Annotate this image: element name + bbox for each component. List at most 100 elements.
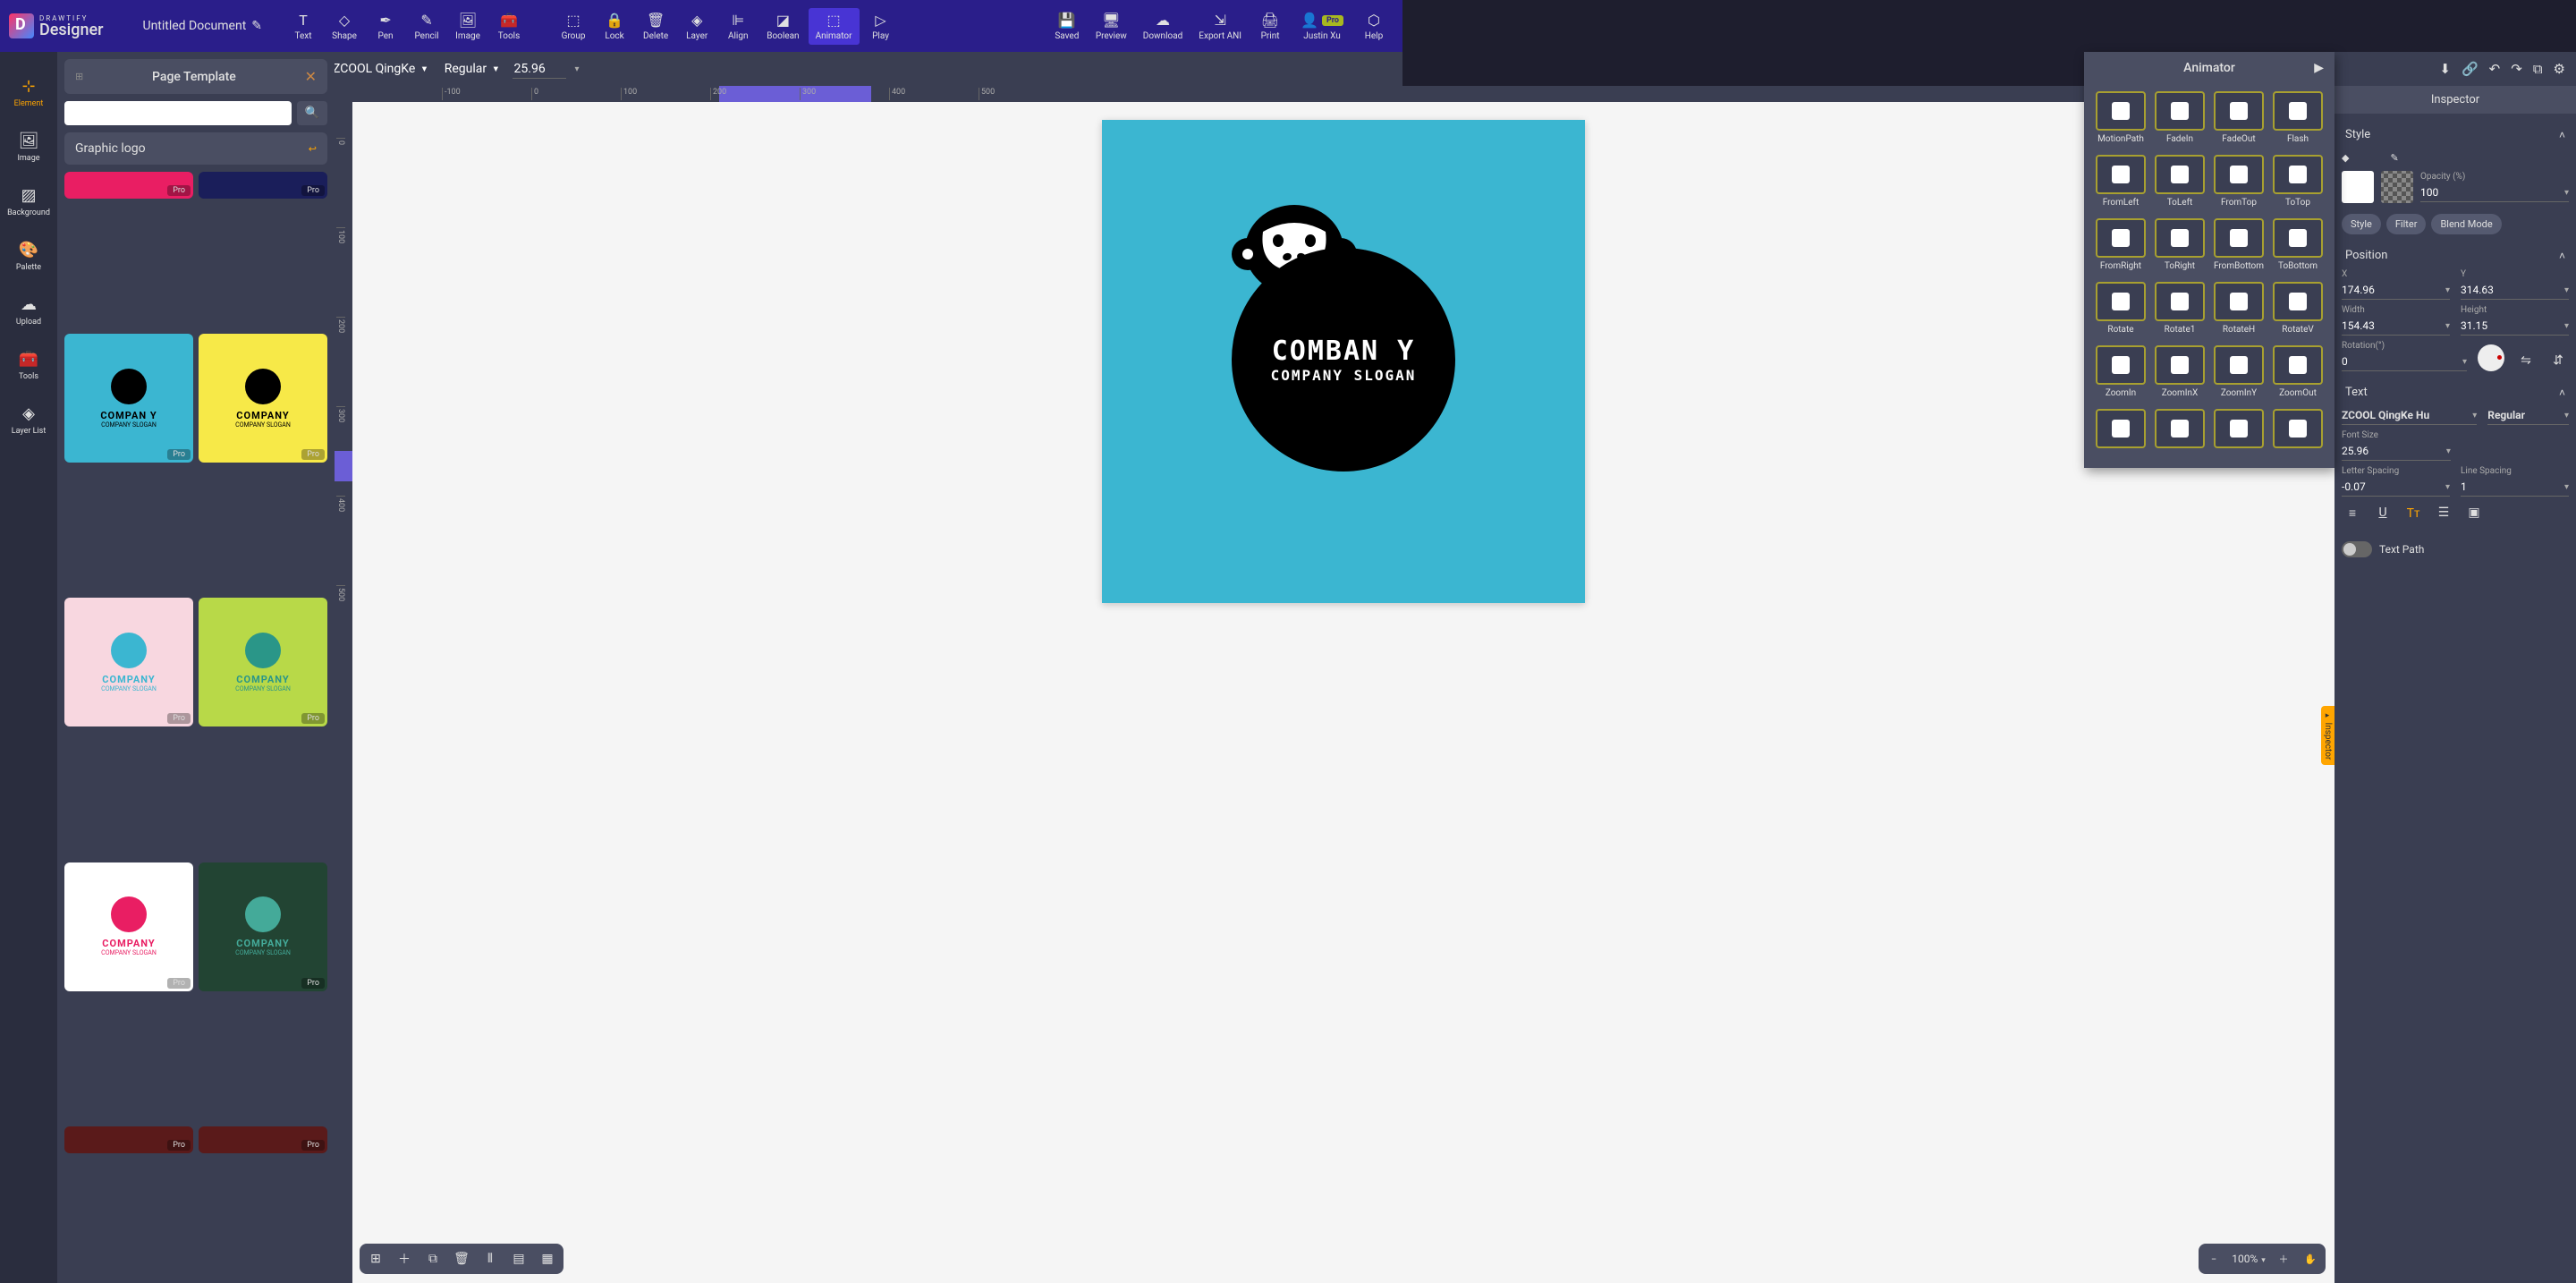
font-size-input[interactable] (513, 60, 566, 79)
anim-FadeOut[interactable]: FadeOut (2211, 88, 2267, 148)
height-input[interactable] (2461, 319, 2564, 332)
inspector-tab[interactable]: ▸ Inspector (2321, 706, 2334, 765)
help-button[interactable]: ⬡ Help (1354, 8, 1394, 45)
text-section-header[interactable]: Text˄ (2342, 378, 2569, 406)
anim-unnamed[interactable] (2211, 405, 2267, 455)
template-search-input[interactable] (64, 101, 292, 125)
fold-icon[interactable]: ⫴ (478, 1247, 503, 1270)
play-menu[interactable]: ▷Play (861, 8, 901, 45)
filter-pill[interactable]: Filter (2386, 214, 2427, 234)
tools-menu[interactable]: 🧰Tools (489, 8, 529, 45)
template-card[interactable]: COMPANYCOMPANY SLOGANPro (199, 862, 327, 991)
template-card[interactable]: Pro (199, 172, 327, 199)
rail-background[interactable]: ▨Background (0, 179, 57, 225)
add-page-icon[interactable]: ＋ (392, 1247, 417, 1270)
app-logo[interactable]: DRAWTIFY Designer (9, 13, 103, 38)
preview-menu[interactable]: 🖥Preview (1089, 8, 1134, 45)
copy-icon[interactable]: ⧉ (2533, 61, 2543, 77)
zoom-out-button[interactable]: − (2202, 1247, 2225, 1270)
text-box-icon[interactable]: ▣ (2463, 502, 2485, 523)
animator-menu[interactable]: ⬚Animator (809, 8, 860, 45)
redo-icon[interactable]: ↷ (2511, 61, 2522, 77)
template-card[interactable]: Pro (199, 1126, 327, 1153)
fontsize-input[interactable] (2342, 445, 2446, 457)
shape-menu[interactable]: ◇Shape (325, 8, 364, 45)
user-menu[interactable]: 👤Pro Justin Xu (1293, 8, 1351, 45)
anim-ZoomInY[interactable]: ZoomInY (2211, 342, 2267, 402)
anim-FromLeft[interactable]: FromLeft (2093, 151, 2148, 211)
align-menu[interactable]: ⊫Align (718, 8, 758, 45)
x-input[interactable] (2342, 284, 2445, 296)
font-family-inspector[interactable]: ZCOOL QingKe Hu (2342, 409, 2429, 421)
position-section-header[interactable]: Position˄ (2342, 242, 2569, 269)
rail-element[interactable]: ⊹Element (0, 70, 57, 115)
settings-icon[interactable]: ⚙ (2554, 61, 2565, 77)
zoom-value[interactable]: 100% (2229, 1253, 2268, 1265)
back-icon[interactable]: ↩ (309, 143, 317, 155)
export-menu[interactable]: ⇲Export ANI (1191, 8, 1249, 45)
blend-pill[interactable]: Blend Mode (2431, 214, 2501, 234)
template-card[interactable]: COMPANYCOMPANY SLOGANPro (64, 598, 193, 726)
font-weight-inspector[interactable]: Regular (2487, 409, 2525, 421)
anim-FromRight[interactable]: FromRight (2093, 215, 2148, 275)
rotation-wheel[interactable] (2478, 344, 2504, 371)
close-panel-icon[interactable]: ✕ (305, 68, 317, 85)
width-input[interactable] (2342, 319, 2445, 332)
flip-v-icon[interactable]: ⇵ (2547, 350, 2569, 371)
template-card[interactable]: Pro (64, 172, 193, 199)
y-input[interactable] (2461, 284, 2564, 296)
template-card[interactable]: COMPANYCOMPANY SLOGANPro (64, 862, 193, 991)
anim-ToRight[interactable]: ToRight (2152, 215, 2207, 275)
align-left-icon[interactable]: ≡ (2342, 502, 2363, 523)
template-card[interactable]: COMPANYCOMPANY SLOGANPro (199, 598, 327, 726)
text-case-icon[interactable]: Tᴛ (2402, 502, 2424, 523)
flip-h-icon[interactable]: ⇋ (2515, 350, 2537, 371)
notes-icon[interactable]: ▦ (535, 1247, 560, 1270)
text-path-toggle[interactable] (2342, 541, 2372, 557)
line-spacing-input[interactable] (2461, 480, 2564, 493)
anim-MotionPath[interactable]: MotionPath (2093, 88, 2148, 148)
rail-image[interactable]: 🖼Image (0, 124, 57, 170)
boolean-menu[interactable]: ◪Boolean (759, 8, 806, 45)
book-icon[interactable]: ▤ (506, 1247, 531, 1270)
pan-hand-icon[interactable]: ✋ (2299, 1247, 2322, 1270)
delete-page-icon[interactable]: 🗑 (449, 1247, 474, 1270)
edit-style-icon[interactable]: ✎ (2390, 152, 2398, 164)
undo-icon[interactable]: ↶ (2489, 61, 2501, 77)
import-icon[interactable]: ⬇ (2439, 61, 2451, 77)
anim-Flash[interactable]: Flash (2270, 88, 2326, 148)
anim-RotateH[interactable]: RotateH (2211, 278, 2267, 338)
opacity-input[interactable] (2420, 186, 2564, 199)
fill-swatch[interactable] (2342, 171, 2374, 203)
group-menu[interactable]: ⬚Group (554, 8, 593, 45)
anim-RotateV[interactable]: RotateV (2270, 278, 2326, 338)
company-name-text[interactable]: COMBAN Y (1272, 336, 1416, 367)
anim-ToTop[interactable]: ToTop (2270, 151, 2326, 211)
logo-artwork[interactable]: COMBAN Y COMPANY SLOGAN (1232, 200, 1455, 472)
text-menu[interactable]: TText (284, 8, 323, 45)
design-page[interactable]: COMBAN Y COMPANY SLOGAN (1102, 120, 1585, 603)
anim-ZoomInX[interactable]: ZoomInX (2152, 342, 2207, 402)
zoom-in-button[interactable]: ＋ (2272, 1247, 2295, 1270)
delete-menu[interactable]: 🗑Delete (636, 8, 675, 45)
template-card[interactable]: COMPANYCOMPANY SLOGANPro (199, 334, 327, 463)
anim-unnamed[interactable] (2152, 405, 2207, 455)
layer-menu[interactable]: ◈Layer (677, 8, 716, 45)
anim-Rotate1[interactable]: Rotate1 (2152, 278, 2207, 338)
pen-menu[interactable]: ✒Pen (366, 8, 405, 45)
rail-layerlist[interactable]: ◈Layer List (0, 397, 57, 443)
link-icon[interactable]: 🔗 (2462, 61, 2479, 77)
font-family-select[interactable]: ZCOOL QingKe ▾ (329, 62, 432, 76)
canvas-viewport[interactable]: COMBAN Y COMPANY SLOGAN (352, 102, 2334, 1283)
lock-menu[interactable]: 🔒Lock (595, 8, 634, 45)
underline-icon[interactable]: U (2372, 502, 2394, 523)
edit-title-icon[interactable]: ✎ (251, 19, 262, 33)
letter-spacing-input[interactable] (2342, 480, 2445, 493)
rail-tools[interactable]: 🧰Tools (0, 343, 57, 388)
font-weight-select[interactable]: Regular ▾ (441, 62, 504, 76)
search-button[interactable]: 🔍 (297, 101, 327, 125)
anim-ZoomOut[interactable]: ZoomOut (2270, 342, 2326, 402)
anim-unnamed[interactable] (2093, 405, 2148, 455)
anim-FadeIn[interactable]: FadeIn (2152, 88, 2207, 148)
template-card[interactable]: Pro (64, 1126, 193, 1153)
